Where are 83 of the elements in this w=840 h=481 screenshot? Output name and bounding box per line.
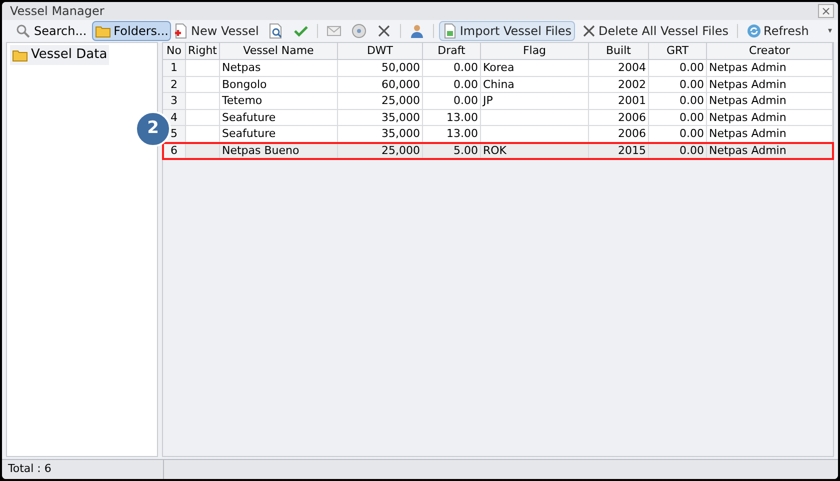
toolbar-button[interactable]: Search... [12,21,90,41]
magnifier-document-icon [268,23,284,39]
column-header[interactable]: Creator [707,43,833,60]
table-cell: 0.00 [680,144,704,156]
toolbar-button[interactable]: Import Vessel Files [438,21,575,41]
table-row[interactable]: 1 Netpas 50,000 0.00 Korea 2004 0.00 Netpas Admin [163,60,833,76]
table-cell: 13.00 [446,110,478,124]
table-cell: Netpas Admin [709,78,786,90]
close-button[interactable]: × [818,4,834,18]
table-cell: 25,000 [382,144,420,156]
table-cell: Netpas Admin [709,144,786,156]
table-cell: 5 [170,127,178,140]
user-icon [408,23,425,39]
table-cell: 0.00 [454,78,478,90]
search-icon [15,23,31,39]
table-cell: Tetemo [222,94,262,107]
table-row[interactable]: 6 Netpas Bueno 25,000 5.00 ROK 2015 0.00 Netpas Admin [163,142,833,159]
table-cell: ROK [483,144,507,156]
table-cell: Netpas Admin [709,110,786,124]
check-icon [292,23,309,39]
document-icon [442,23,458,39]
window-title: Vessel Manager [10,3,104,20]
column-header[interactable]: Flag [481,43,589,60]
table-cell: China [483,78,514,90]
table-cell: Netpas Bueno [222,144,300,156]
table-cell: 0.00 [680,110,704,124]
table-row[interactable]: 4 Seafuture 35,000 13.00 2006 0.00 Netpas Admin [163,110,833,126]
column-header[interactable]: GRT [649,43,707,60]
table-cell: 35,000 [382,127,420,140]
status-total: Total : 6 [8,461,52,478]
table-cell: Seafuture [222,110,276,124]
column-header[interactable]: Built [589,43,649,60]
table-cell: 0.00 [454,61,478,74]
table-row[interactable]: 3 Tetemo 25,000 0.00 JP 2001 0.00 Netpas Admin [163,93,833,110]
table-cell: 60,000 [382,78,420,90]
table-row[interactable]: 2 Bongolo 60,000 0.00 China 2002 0.00 Netpas Admin [163,76,833,93]
column-header[interactable]: No [163,43,186,60]
table-cell: 1 [170,61,178,74]
column-header[interactable]: Draft [423,43,481,60]
close-icon [376,23,392,39]
table-cell: 3 [170,94,178,107]
table-cell: 0.00 [454,94,478,107]
table-cell: 2006 [618,127,646,140]
table-cell: JP [483,94,493,107]
envelope-icon [326,23,342,39]
table-cell: 2006 [618,110,646,124]
column-header[interactable]: Vessel Name [220,43,338,60]
refresh-icon [746,23,762,39]
table-cell: 0.00 [680,94,704,107]
table-cell: Netpas Admin [709,127,786,140]
column-header[interactable]: DWT [338,43,423,60]
toolbar-button[interactable]: Refresh [742,21,812,41]
table-cell: 13.00 [446,127,478,140]
table-cell: 2001 [618,94,646,107]
table-cell: Netpas [222,61,261,74]
table-cell: 2002 [618,78,646,90]
table-cell: 2015 [618,144,646,156]
table-cell: 5.00 [454,144,478,156]
toolbar-button[interactable]: New Vessel [170,21,262,41]
table-cell: Netpas Admin [709,61,786,74]
table-cell: 0.00 [680,78,704,90]
table-cell: Seafuture [222,127,276,140]
folder-item[interactable]: Vessel Data [10,45,110,64]
disk-icon [350,23,367,39]
table-cell: 25,000 [382,94,420,107]
table-cell: 2004 [618,61,646,74]
toolbar-button[interactable]: Folders... [92,21,172,41]
column-header[interactable]: Right [186,43,220,60]
table-cell: Bongolo [222,78,267,90]
table-cell: 0.00 [680,61,704,74]
table-cell: 0.00 [680,127,704,140]
table-cell: 4 [170,110,178,124]
table-cell: Korea [483,61,514,74]
table-cell: 50,000 [382,61,420,74]
new-document-icon [173,23,189,39]
table-cell: Netpas Admin [709,94,786,107]
toolbar-button[interactable]: Delete All Vessel Files [578,21,732,41]
table-cell: 35,000 [382,110,420,124]
close-icon [580,23,597,39]
table-cell: 2 [170,78,178,90]
overflow-icon[interactable]: ▾ [828,25,832,37]
table-cell: 6 [170,144,178,156]
table-row[interactable]: 5 Seafuture 35,000 13.00 2006 0.00 Netpas Admin [163,126,833,142]
